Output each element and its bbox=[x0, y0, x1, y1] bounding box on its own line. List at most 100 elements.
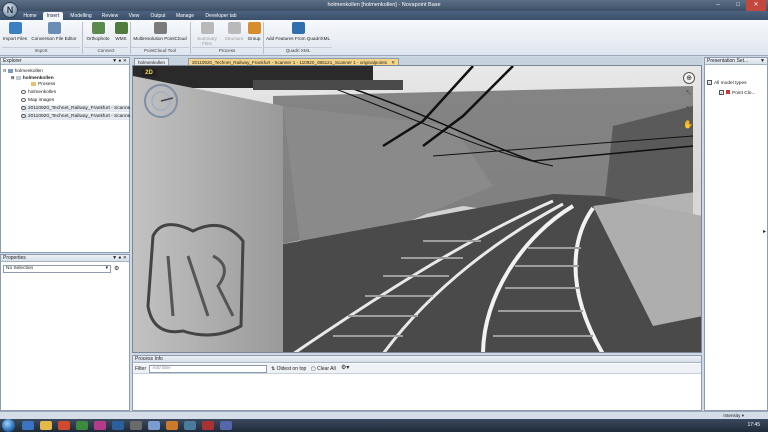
tree-item[interactable]: 20110920_Technet_Railway_Frankfurt - Sca… bbox=[21, 113, 134, 120]
conversion-file-editor-icon bbox=[47, 22, 61, 34]
pan-hand-icon[interactable]: ✋ bbox=[683, 120, 693, 129]
tab-view[interactable]: View bbox=[124, 12, 144, 20]
taskbar-app-icon[interactable] bbox=[22, 421, 34, 430]
tab-insert[interactable]: Insert bbox=[43, 12, 63, 20]
tab-manage[interactable]: Manage bbox=[173, 12, 197, 20]
add-features-quadrixml-button[interactable]: Add Features From QuadriXML bbox=[264, 22, 332, 46]
doc-tab-pointcloud[interactable]: 20110920_Technet_Railway_Frankfurt - Sca… bbox=[188, 58, 400, 65]
taskbar-app-icon[interactable] bbox=[184, 421, 196, 430]
add-features-quadrixml-label: Add Features From QuadriXML bbox=[265, 36, 331, 41]
taskbar-app-icon[interactable] bbox=[202, 421, 214, 430]
checkbox-checked-icon[interactable]: ✓ bbox=[719, 90, 724, 95]
presentation-item[interactable]: ✓ Point Clo... bbox=[719, 90, 755, 97]
group-icon bbox=[247, 22, 261, 34]
group-label-process: Process bbox=[192, 47, 262, 54]
settings-icon[interactable]: ⚙▾ bbox=[341, 364, 349, 371]
presentation-header: Presentation Set... ▼ bbox=[705, 58, 767, 65]
tree-item[interactable]: Prosess bbox=[31, 81, 55, 88]
structure-button[interactable]: Structure bbox=[223, 22, 245, 46]
group-label-pointcloud-tool: PointCloud Tool bbox=[131, 47, 189, 54]
orthophoto-label: Orthophoto bbox=[86, 36, 110, 41]
tree-item[interactable]: 20110920_Technet_Railway_Frankfurt - Sca… bbox=[21, 105, 134, 112]
tree-item[interactable]: Map images bbox=[21, 97, 54, 104]
zoom-extents-icon[interactable]: ⊕ bbox=[683, 72, 695, 84]
properties-panel: Properties ▼ ● ✕ No Selection ▾ ⚙ bbox=[0, 254, 130, 411]
taskbar-app-icon[interactable] bbox=[76, 421, 88, 430]
taskbar-app-icon[interactable] bbox=[40, 421, 52, 430]
wms-button[interactable]: WMS bbox=[113, 22, 129, 46]
summary-files-button[interactable]: Summary Files bbox=[192, 22, 222, 46]
properties-title: Properties bbox=[3, 255, 26, 261]
pointer-tool-icon[interactable]: ↖ bbox=[685, 88, 692, 97]
tab-review[interactable]: Review bbox=[99, 12, 121, 20]
clear-all-label: Clear All bbox=[317, 366, 336, 372]
tab-output[interactable]: Output bbox=[147, 12, 169, 20]
pin-icon[interactable]: ▼ bbox=[760, 58, 765, 65]
tab-modelling[interactable]: Modelling bbox=[67, 12, 95, 20]
terrain-icon bbox=[21, 89, 26, 94]
model-icon bbox=[15, 75, 21, 80]
expand-toggle-icon[interactable]: ⊟ bbox=[11, 75, 14, 80]
summary-files-icon bbox=[200, 22, 214, 34]
clear-icon: ▢ bbox=[311, 366, 316, 372]
oldest-on-top-toggle[interactable]: ⇅ Oldest on top bbox=[271, 365, 306, 373]
taskbar-app-icon[interactable] bbox=[130, 421, 142, 430]
tree-item[interactable]: holmenkollen bbox=[21, 89, 56, 96]
explorer-panel: Explorer ▼ ● ✕ ⊟ holmenkollen ⊟ holmenko… bbox=[0, 57, 134, 253]
pin-icon[interactable]: ▼ ● ✕ bbox=[112, 58, 127, 65]
presentation-item[interactable]: ✓ All model types bbox=[707, 80, 747, 87]
start-button[interactable] bbox=[2, 419, 15, 432]
scale-badge[interactable]: 2D bbox=[141, 69, 157, 77]
window-title: holmenkollen [holmenkollen] - Novapoint … bbox=[327, 2, 441, 8]
clear-all-button[interactable]: ▢ Clear All bbox=[311, 365, 336, 373]
close-button[interactable]: ✕ bbox=[746, 0, 766, 11]
application-menu-button[interactable]: N bbox=[2, 2, 18, 18]
tab-developer[interactable]: Developer tab bbox=[201, 12, 241, 20]
explorer-title: Explorer bbox=[3, 58, 22, 64]
map-images-icon bbox=[21, 97, 26, 102]
tab-home[interactable]: Home bbox=[20, 12, 40, 20]
filter-label: Filter bbox=[135, 366, 147, 372]
minimize-button[interactable]: – bbox=[710, 0, 726, 11]
taskbar-app-icon[interactable] bbox=[166, 421, 178, 430]
import-files-button[interactable]: Import Files bbox=[2, 22, 28, 46]
group-label-connect: Connect bbox=[84, 47, 128, 54]
tree-item[interactable]: ⊟ holmenkollen bbox=[3, 67, 43, 74]
doc-tab-holmenkollen[interactable]: holmenkollen bbox=[134, 58, 170, 65]
pointcloud-viewport[interactable]: 2D ⊕ ↖ ↖ ✋ bbox=[132, 65, 702, 353]
multiresolution-pointcloud-button[interactable]: Multiresolution PointCloud bbox=[131, 22, 189, 46]
pointcloud-color-icon bbox=[726, 90, 730, 94]
taskbar-app-icon[interactable] bbox=[112, 421, 124, 430]
process-filter-bar: Filter Add filter ⇅ Oldest on top ▢ Clea… bbox=[133, 364, 701, 374]
sort-icon: ⇅ bbox=[271, 366, 276, 372]
folder-icon bbox=[31, 81, 36, 86]
wms-icon bbox=[114, 22, 128, 34]
group-separator bbox=[190, 22, 191, 54]
process-info-header: Process Info bbox=[133, 356, 701, 363]
group-button[interactable]: Group bbox=[246, 22, 262, 46]
filter-input[interactable]: Add filter bbox=[149, 365, 267, 373]
settings-icon[interactable]: ⚙ bbox=[114, 265, 119, 272]
maximize-button[interactable]: □ bbox=[730, 0, 746, 11]
checkbox-checked-icon[interactable]: ✓ bbox=[707, 80, 712, 85]
orthophoto-button[interactable]: Orthophoto bbox=[84, 22, 112, 46]
taskbar-app-icon[interactable] bbox=[220, 421, 232, 430]
taskbar-app-icon[interactable] bbox=[94, 421, 106, 430]
wms-label: WMS bbox=[115, 36, 127, 41]
tree-item[interactable]: ⊟ holmenkollen bbox=[11, 74, 54, 81]
pin-icon[interactable]: ▼ ● ✕ bbox=[112, 255, 127, 262]
scroll-icon[interactable]: ▸ bbox=[763, 228, 766, 235]
presentation-item-label: All model types bbox=[714, 81, 747, 86]
tree-item-label: 20110920_Technet_Railway_Frankfurt - Sca… bbox=[28, 114, 135, 119]
document-tab-bar: holmenkollen 20110920_Technet_Railway_Fr… bbox=[132, 57, 702, 65]
quadri-xml-icon bbox=[291, 22, 305, 34]
conversion-file-editor-button[interactable]: Conversion File Editor bbox=[30, 22, 78, 46]
expand-toggle-icon[interactable]: ⊟ bbox=[3, 68, 6, 73]
process-info-panel: Process Info Filter Add filter ⇅ Oldest … bbox=[132, 355, 702, 411]
taskbar-app-icon[interactable] bbox=[58, 421, 70, 430]
pointcloud-scene bbox=[133, 66, 701, 352]
select-tool-icon[interactable]: ↖ bbox=[685, 104, 692, 113]
selection-dropdown[interactable]: No Selection ▾ bbox=[3, 265, 111, 273]
taskbar-clock[interactable]: 17:45 bbox=[747, 422, 760, 428]
taskbar-app-icon[interactable] bbox=[148, 421, 160, 430]
